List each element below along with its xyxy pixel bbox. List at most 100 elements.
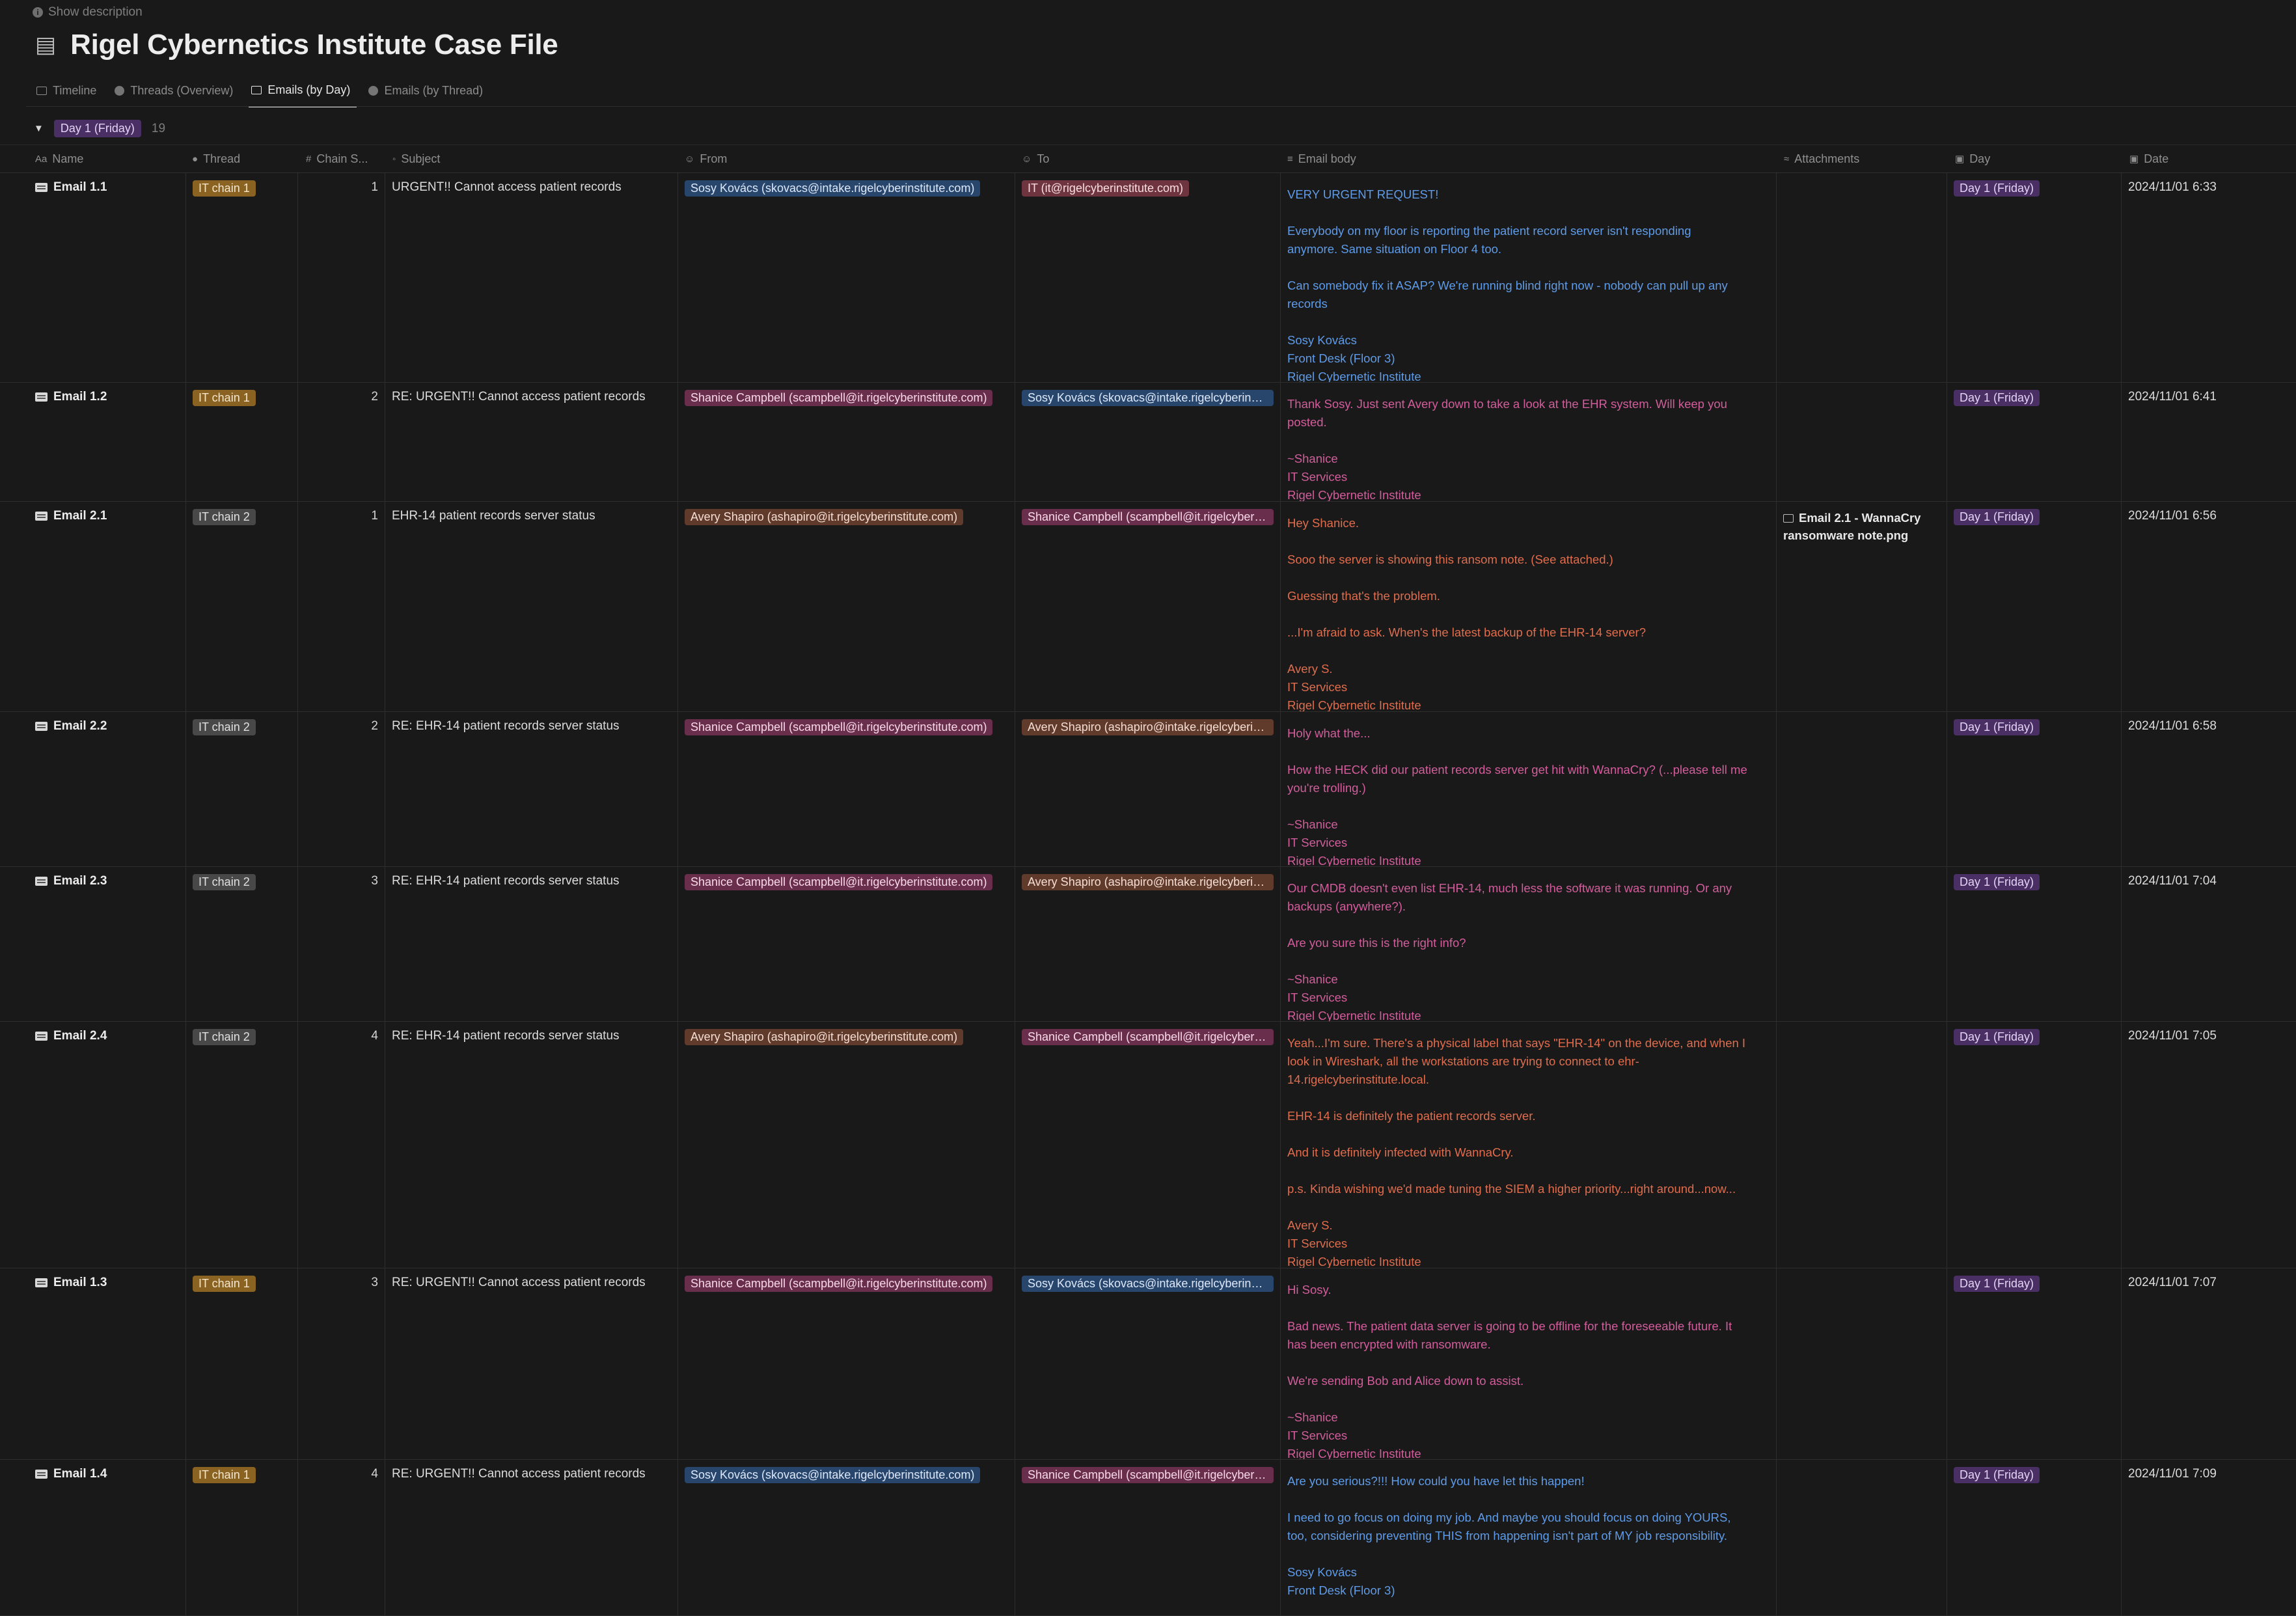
cell-chain-seq[interactable]: 2 [297,382,385,501]
cell-to[interactable]: Avery Shapiro (ashapiro@intake.rigelcybe… [1015,866,1280,1021]
cell-from[interactable]: Avery Shapiro (ashapiro@it.rigelcyberins… [677,501,1015,711]
cell-to[interactable]: Sosy Kovács (skovacs@intake.rigelcyberin… [1015,1268,1280,1459]
cell-name[interactable]: Email 2.2 [0,711,185,866]
email-name[interactable]: Email 2.1 [35,509,179,523]
cell-to[interactable]: Shanice Campbell (scampbell@it.rigelcybe… [1015,1021,1280,1268]
cell-date[interactable]: 2024/11/01 6:58 [2121,711,2296,866]
cell-attachments[interactable]: Email 2.1 - WannaCry ransomware note.png [1776,501,1947,711]
tab-timeline[interactable]: Timeline [34,79,103,107]
column-header-day[interactable]: ▣ Day [1955,145,2118,172]
cell-chain-seq[interactable]: 1 [297,172,385,382]
cell-to[interactable]: IT (it@rigelcyberinstitute.com) [1015,172,1280,382]
cell-day[interactable]: Day 1 (Friday) [1947,711,2121,866]
cell-name[interactable]: Email 1.1 [0,172,185,382]
table-row[interactable]: Email 1.1 IT chain 1 1 URGENT!! Cannot acce… [0,172,2296,383]
cell-subject[interactable]: RE: EHR-14 patient records server status [385,866,677,1021]
column-header-thread[interactable]: ● Thread [192,145,296,172]
cell-email-body[interactable]: Our CMDB doesn't even list EHR-14, much … [1280,866,1776,1021]
cell-from[interactable]: Shanice Campbell (scampbell@it.rigelcybe… [677,382,1015,501]
cell-chain-seq[interactable]: 4 [297,1459,385,1615]
show-description-toggle[interactable]: i Show description [33,5,143,20]
cell-to[interactable]: Shanice Campbell (scampbell@it.rigelcybe… [1015,501,1280,711]
attachment-file[interactable]: Email 2.1 - WannaCry ransomware note.png [1783,509,1940,544]
table-row[interactable]: Email 2.2 IT chain 2 2 RE: EHR-14 patient r… [0,711,2296,867]
table-row[interactable]: Email 2.3 IT chain 2 3 RE: EHR-14 patient r… [0,866,2296,1022]
cell-day[interactable]: Day 1 (Friday) [1947,1268,2121,1459]
table-row[interactable]: Email 1.4 IT chain 1 4 RE: URGENT!! Cannot … [0,1459,2296,1616]
column-header-subject[interactable]: ◦ Subject [392,145,672,172]
cell-thread[interactable]: IT chain 2 [185,1021,297,1268]
cell-day[interactable]: Day 1 (Friday) [1947,1459,2121,1615]
cell-subject[interactable]: RE: EHR-14 patient records server status [385,711,677,866]
cell-date[interactable]: 2024/11/01 6:41 [2121,382,2296,501]
cell-subject[interactable]: URGENT!! Cannot access patient records [385,172,677,382]
cell-attachments[interactable] [1776,1459,1947,1615]
email-name[interactable]: Email 1.3 [35,1276,179,1290]
cell-from[interactable]: Shanice Campbell (scampbell@it.rigelcybe… [677,1268,1015,1459]
cell-subject[interactable]: EHR-14 patient records server status [385,501,677,711]
tab-threads-overview[interactable]: Threads (Overview) [112,79,239,107]
cell-to[interactable]: Shanice Campbell (scampbell@it.rigelcybe… [1015,1459,1280,1615]
cell-date[interactable]: 2024/11/01 7:09 [2121,1459,2296,1615]
cell-attachments[interactable] [1776,1268,1947,1459]
email-name[interactable]: Email 2.3 [35,874,179,888]
cell-name[interactable]: Email 2.3 [0,866,185,1021]
cell-subject[interactable]: RE: URGENT!! Cannot access patient recor… [385,1459,677,1615]
column-header-email-body[interactable]: ≡ Email body [1287,145,1769,172]
cell-date[interactable]: 2024/11/01 7:07 [2121,1268,2296,1459]
cell-name[interactable]: Email 2.1 [0,501,185,711]
email-name[interactable]: Email 1.2 [35,390,179,404]
column-header-chain[interactable]: # Chain S... [306,145,381,172]
cell-attachments[interactable] [1776,382,1947,501]
table-row[interactable]: Email 2.1 IT chain 2 1 EHR-14 patient recor… [0,501,2296,712]
column-header-date[interactable]: ▣ Date [2129,145,2292,172]
cell-from[interactable]: Sosy Kovács (skovacs@intake.rigelcyberin… [677,172,1015,382]
cell-name[interactable]: Email 1.4 [0,1459,185,1615]
email-name[interactable]: Email 1.1 [35,180,179,195]
cell-to[interactable]: Avery Shapiro (ashapiro@intake.rigelcybe… [1015,711,1280,866]
cell-attachments[interactable] [1776,1021,1947,1268]
cell-email-body[interactable]: Yeah...I'm sure. There's a physical labe… [1280,1021,1776,1268]
cell-day[interactable]: Day 1 (Friday) [1947,1021,2121,1268]
table-row[interactable]: Email 1.2 IT chain 1 2 RE: URGENT!! Cannot … [0,382,2296,502]
cell-date[interactable]: 2024/11/01 7:04 [2121,866,2296,1021]
cell-email-body[interactable]: Hey Shanice. Sooo the server is showing … [1280,501,1776,711]
cell-chain-seq[interactable]: 4 [297,1021,385,1268]
column-header-attachments[interactable]: ≈ Attachments [1784,145,1947,172]
tab-emails-by-thread[interactable]: Emails (by Thread) [366,79,489,107]
cell-from[interactable]: Avery Shapiro (ashapiro@it.rigelcyberins… [677,1021,1015,1268]
cell-email-body[interactable]: Holy what the... How the HECK did our pa… [1280,711,1776,866]
group-header[interactable]: ▼ Day 1 (Friday) 19 [34,120,165,137]
table-row[interactable]: Email 2.4 IT chain 2 4 RE: EHR-14 patient r… [0,1021,2296,1268]
email-name[interactable]: Email 2.2 [35,719,179,733]
cell-email-body[interactable]: Are you serious?!!! How could you have l… [1280,1459,1776,1615]
cell-email-body[interactable]: Thank Sosy. Just sent Avery down to take… [1280,382,1776,501]
cell-thread[interactable]: IT chain 1 [185,172,297,382]
email-name[interactable]: Email 2.4 [35,1029,179,1043]
cell-date[interactable]: 2024/11/01 6:56 [2121,501,2296,711]
cell-thread[interactable]: IT chain 2 [185,501,297,711]
cell-thread[interactable]: IT chain 2 [185,711,297,866]
cell-name[interactable]: Email 1.3 [0,1268,185,1459]
cell-name[interactable]: Email 2.4 [0,1021,185,1268]
cell-from[interactable]: Sosy Kovács (skovacs@intake.rigelcyberin… [677,1459,1015,1615]
cell-subject[interactable]: RE: URGENT!! Cannot access patient recor… [385,1268,677,1459]
cell-subject[interactable]: RE: EHR-14 patient records server status [385,1021,677,1268]
cell-thread[interactable]: IT chain 1 [185,382,297,501]
column-header-from[interactable]: ☺ From [685,145,1010,172]
cell-thread[interactable]: IT chain 1 [185,1459,297,1615]
cell-attachments[interactable] [1776,866,1947,1021]
cell-day[interactable]: Day 1 (Friday) [1947,382,2121,501]
table-row[interactable]: Email 1.3 IT chain 1 3 RE: URGENT!! Cannot … [0,1268,2296,1460]
cell-subject[interactable]: RE: URGENT!! Cannot access patient recor… [385,382,677,501]
cell-attachments[interactable] [1776,172,1947,382]
cell-email-body[interactable]: VERY URGENT REQUEST! Everybody on my flo… [1280,172,1776,382]
cell-name[interactable]: Email 1.2 [0,382,185,501]
cell-attachments[interactable] [1776,711,1947,866]
column-header-to[interactable]: ☺ To [1022,145,1276,172]
collapse-triangle-icon[interactable]: ▼ [34,123,44,134]
cell-from[interactable]: Shanice Campbell (scampbell@it.rigelcybe… [677,711,1015,866]
column-header-name[interactable]: Aa Name [35,145,185,172]
email-name[interactable]: Email 1.4 [35,1467,179,1481]
cell-email-body[interactable]: Hi Sosy. Bad news. The patient data serv… [1280,1268,1776,1459]
